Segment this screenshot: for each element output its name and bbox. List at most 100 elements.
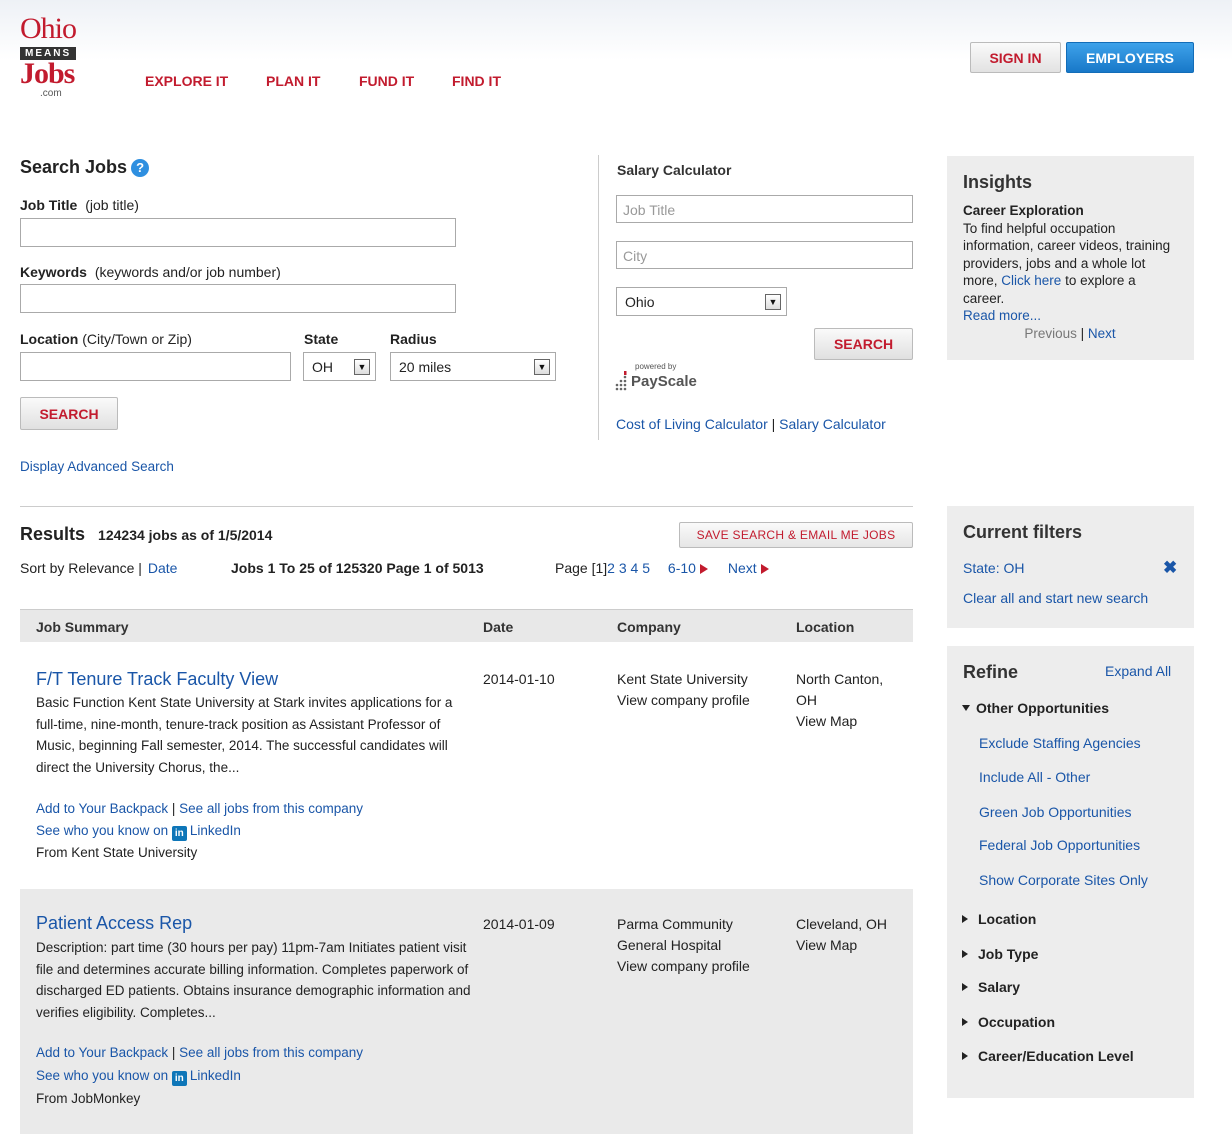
dropdown-arrow-icon: ▼ xyxy=(765,294,781,310)
salary-state-select[interactable]: Ohio ▼ xyxy=(616,287,787,316)
salary-job-title-placeholder: Job Title xyxy=(623,202,676,218)
refine-other-opportunities[interactable]: Other Opportunities xyxy=(962,700,1109,716)
add-to-backpack-link[interactable]: Add to Your Backpack xyxy=(36,801,168,816)
clear-filters-link[interactable]: Clear all and start new search xyxy=(963,590,1148,606)
view-map-link[interactable]: View Map xyxy=(796,935,857,956)
see-all-jobs-link[interactable]: See all jobs from this company xyxy=(179,801,363,816)
salary-search-button[interactable]: SEARCH xyxy=(814,328,913,360)
job-title-link[interactable]: Patient Access Rep xyxy=(36,913,192,934)
job-date: 2014-01-10 xyxy=(483,671,555,687)
insights-previous[interactable]: Previous xyxy=(1024,326,1077,341)
action-separator: | xyxy=(171,801,176,816)
insights-click-here-link[interactable]: Click here xyxy=(1001,273,1061,288)
results-count: 124234 jobs as of 1/5/2014 xyxy=(98,527,273,543)
state-select[interactable]: OH ▼ xyxy=(303,352,376,381)
payscale-text: PayScale xyxy=(631,373,697,390)
company-profile-link[interactable]: View company profile xyxy=(617,690,750,711)
job-company: Kent State University xyxy=(617,671,748,687)
nav-find-it[interactable]: FIND IT xyxy=(452,73,501,89)
insights-panel: Insights Career Exploration To find help… xyxy=(947,156,1194,360)
job-date: 2014-01-09 xyxy=(483,916,555,932)
refine-occupation[interactable]: Occupation xyxy=(962,1014,1055,1030)
expand-all-link[interactable]: Expand All xyxy=(1105,663,1171,679)
current-filters-title: Current filters xyxy=(963,522,1083,542)
page-link-2[interactable]: 2 xyxy=(607,560,615,576)
sort-by-relevance[interactable]: Sort by Relevance xyxy=(20,560,134,576)
powered-by-text: powered by xyxy=(635,362,677,371)
table-row: Patient Access Rep Description: part tim… xyxy=(20,889,913,1134)
cost-of-living-link[interactable]: Cost of Living Calculator xyxy=(616,416,768,432)
help-icon[interactable]: ? xyxy=(131,158,150,177)
save-search-button[interactable]: SAVE SEARCH & EMAIL ME JOBS xyxy=(679,522,913,548)
payscale-logo[interactable]: powered by PayScale xyxy=(615,361,725,397)
caret-right-icon xyxy=(962,1052,968,1060)
location-input[interactable] xyxy=(20,352,291,381)
results-title: Results xyxy=(20,524,86,544)
see-who-you-know-link[interactable]: See who you know on xyxy=(36,823,168,838)
insights-body: Career Exploration To find helpful occup… xyxy=(963,202,1177,342)
advanced-search-link[interactable]: Display Advanced Search xyxy=(20,459,174,474)
nav-explore-it[interactable]: EXPLORE IT xyxy=(145,73,228,89)
sort-by-date-link[interactable]: Date xyxy=(148,560,178,576)
col-company[interactable]: Company xyxy=(617,619,681,635)
linkedin-icon[interactable]: in xyxy=(171,1071,187,1087)
ohiomeansjobs-logo[interactable]: Ohio MEANS Jobs .com xyxy=(20,14,100,106)
link-separator: | xyxy=(771,416,776,432)
job-title-hint: (job title) xyxy=(85,197,139,213)
linkedin-link[interactable]: LinkedIn xyxy=(190,823,241,838)
refine-exclude-staffing[interactable]: Exclude Staffing Agencies xyxy=(979,735,1141,751)
keywords-input[interactable] xyxy=(20,284,456,313)
job-location: North Canton, OH xyxy=(796,671,884,708)
page-range-next-link[interactable]: 6-10 xyxy=(668,560,696,576)
page-link-5[interactable]: 5 xyxy=(642,560,650,576)
next-page-link[interactable]: Next xyxy=(728,560,757,576)
job-title-input[interactable] xyxy=(20,218,456,247)
col-location[interactable]: Location xyxy=(796,619,854,635)
refine-salary[interactable]: Salary xyxy=(962,979,1020,995)
view-map-link[interactable]: View Map xyxy=(796,711,857,732)
column-divider xyxy=(598,155,599,440)
see-who-you-know-link[interactable]: See who you know on xyxy=(36,1068,168,1083)
current-page: [1] xyxy=(591,560,608,576)
refine-federal-jobs[interactable]: Federal Job Opportunities xyxy=(979,837,1140,853)
refine-job-type[interactable]: Job Type xyxy=(962,946,1038,962)
salary-calculator-link[interactable]: Salary Calculator xyxy=(779,416,886,432)
page-link-4[interactable]: 4 xyxy=(631,560,639,576)
salary-job-title-input[interactable]: Job Title xyxy=(616,195,913,223)
sign-in-button[interactable]: SIGN IN xyxy=(970,42,1061,73)
location-hint: (City/Town or Zip) xyxy=(82,331,192,347)
refine-location[interactable]: Location xyxy=(962,911,1036,927)
linkedin-icon[interactable]: in xyxy=(171,826,187,842)
col-date[interactable]: Date xyxy=(483,619,513,635)
search-jobs-heading: Search Jobs ? xyxy=(20,157,150,178)
state-filter-chip: State: OH xyxy=(963,560,1025,576)
nav-fund-it[interactable]: FUND IT xyxy=(359,73,414,89)
linkedin-link[interactable]: LinkedIn xyxy=(190,1068,241,1083)
insights-next-link[interactable]: Next xyxy=(1088,326,1116,341)
refine-corporate-sites[interactable]: Show Corporate Sites Only xyxy=(979,872,1148,888)
sort-separator: | xyxy=(138,560,142,576)
nav-plan-it[interactable]: PLAN IT xyxy=(266,73,320,89)
radius-select[interactable]: 20 miles ▼ xyxy=(390,352,556,381)
col-job-summary[interactable]: Job Summary xyxy=(36,619,129,635)
company-profile-link[interactable]: View company profile xyxy=(617,956,750,977)
search-jobs-button[interactable]: SEARCH xyxy=(20,397,118,430)
refine-include-all-other[interactable]: Include All - Other xyxy=(979,769,1090,785)
see-all-jobs-link[interactable]: See all jobs from this company xyxy=(179,1045,363,1060)
refine-job-type-label: Job Type xyxy=(978,946,1039,962)
salary-city-input[interactable]: City xyxy=(616,241,913,269)
caret-right-icon xyxy=(962,915,968,923)
logo-ohio: Ohio xyxy=(20,12,77,45)
remove-filter-icon[interactable]: ✖ xyxy=(1163,558,1177,578)
insights-read-more-link[interactable]: Read more... xyxy=(963,307,1177,325)
employers-button[interactable]: EMPLOYERS xyxy=(1066,42,1194,73)
results-divider xyxy=(20,506,913,507)
job-description: Basic Function Kent State University at … xyxy=(36,695,453,775)
add-to-backpack-link[interactable]: Add to Your Backpack xyxy=(36,1045,168,1060)
page-link-3[interactable]: 3 xyxy=(619,560,627,576)
refine-green-jobs[interactable]: Green Job Opportunities xyxy=(979,804,1132,820)
job-company: Parma Community General Hospital xyxy=(617,916,733,953)
state-label-text: State xyxy=(304,331,339,347)
job-title-link[interactable]: F/T Tenure Track Faculty View xyxy=(36,669,278,690)
refine-career-education[interactable]: Career/Education Level xyxy=(962,1048,1134,1064)
